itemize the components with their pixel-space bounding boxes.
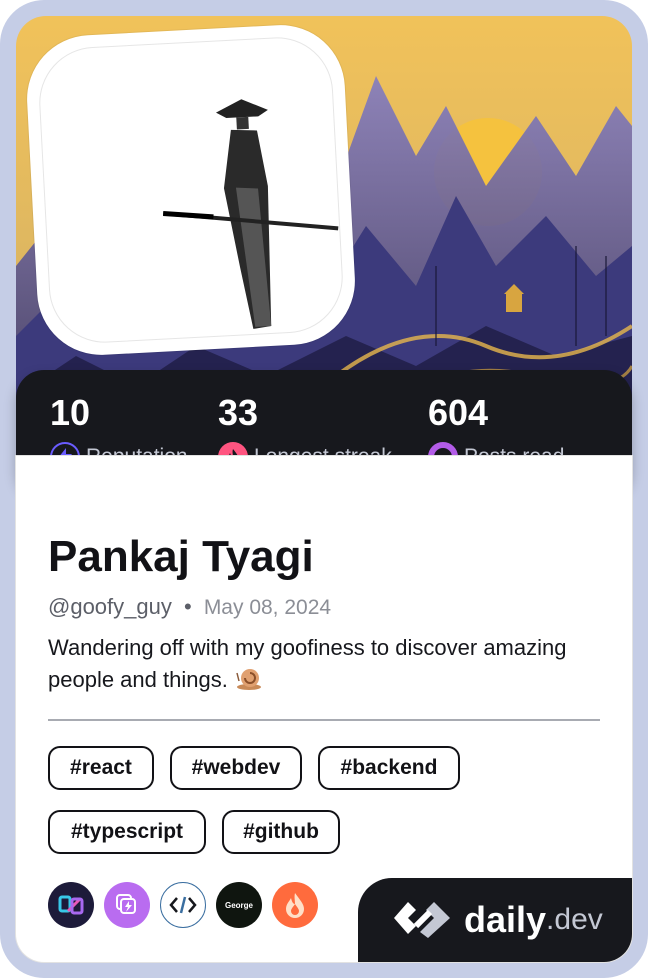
dailydev-brand[interactable]: daily .dev (358, 878, 632, 962)
brand-suffix: .dev (546, 903, 603, 936)
separator-dot: • (183, 594, 192, 619)
profile-name: Pankaj Tyagi (48, 532, 314, 581)
brand-name: daily (464, 899, 547, 940)
source-george-icon[interactable]: George (216, 882, 262, 928)
tag-react[interactable]: #react (48, 746, 154, 790)
source-code-brackets-icon[interactable] (160, 882, 206, 928)
source-fire-icon[interactable] (272, 882, 318, 928)
tag-webdev[interactable]: #webdev (170, 746, 302, 790)
source-label: George (224, 900, 253, 910)
tag-github[interactable]: #github (222, 810, 340, 854)
stat-value: 10 (50, 392, 91, 433)
profile-avatar[interactable] (23, 21, 359, 359)
snail-icon (236, 667, 262, 700)
source-lightning-stack-icon[interactable] (104, 882, 150, 928)
bio-text: Wandering off with my goofiness to disco… (48, 635, 567, 692)
profile-bio: Wandering off with my goofiness to disco… (48, 632, 568, 700)
profile-handle: @goofy_guy (48, 594, 172, 619)
joined-date: May 08, 2024 (203, 596, 332, 619)
divider (48, 719, 600, 721)
source-logo-gradient-icon[interactable] (48, 882, 94, 928)
devcard: 10 Reputation 33 Longest streak 604 Post… (0, 0, 648, 978)
source-list: George (48, 882, 328, 928)
dailydev-logo-icon (390, 898, 454, 943)
tag-backend[interactable]: #backend (318, 746, 460, 790)
stat-value: 604 (428, 392, 489, 433)
stat-value: 33 (218, 392, 259, 433)
handle-row: @goofy_guy • May 08, 2024 (48, 594, 331, 620)
tag-typescript[interactable]: #typescript (48, 810, 206, 854)
